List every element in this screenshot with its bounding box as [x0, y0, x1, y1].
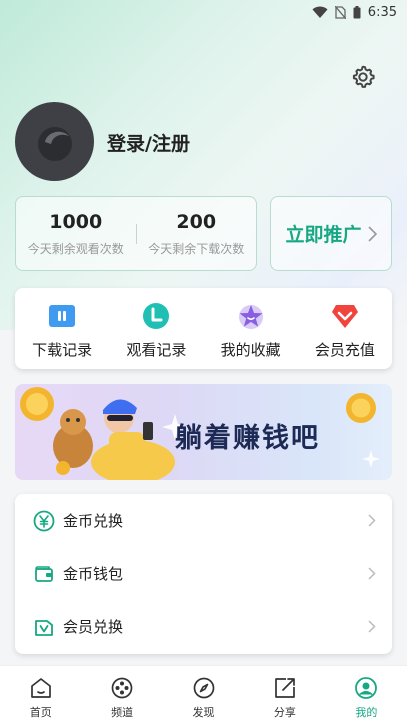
tab-share[interactable]: 分享 — [244, 666, 325, 725]
download-quota-value: 200 — [176, 211, 217, 233]
bottom-tab-bar: 首页 频道 发现 分享 我的 — [0, 665, 407, 725]
diamond-icon — [331, 305, 358, 328]
compass-icon — [193, 677, 214, 699]
watch-quota-label: 今天剩余观看次数 — [27, 242, 124, 256]
tab-discover-label: 发现 — [192, 706, 215, 719]
quota-card: 1000 今天剩余观看次数 200 今天剩余下载次数 — [15, 196, 257, 271]
quick-download-record-label: 下载记录 — [32, 341, 93, 359]
watch-quota: 1000 今天剩余观看次数 — [16, 210, 136, 257]
tab-mine[interactable]: 我的 — [326, 666, 407, 725]
menu-item-coin-wallet-label: 金币钱包 — [63, 565, 124, 583]
chevron-right-icon — [367, 225, 377, 242]
quick-vip-recharge[interactable]: 会员充值 — [298, 288, 392, 369]
battery-icon — [353, 5, 361, 18]
promo-banner[interactable]: 躺着赚钱吧 — [15, 384, 392, 480]
quick-watch-history[interactable]: 观看记录 — [109, 288, 203, 369]
download-quota: 200 今天剩余下载次数 — [137, 210, 257, 257]
login-register-link[interactable]: 登录/注册 — [107, 129, 190, 156]
tab-home[interactable]: 首页 — [0, 666, 81, 725]
chevron-right-icon — [368, 620, 376, 633]
avatar[interactable] — [15, 102, 94, 181]
watch-history-icon — [143, 303, 170, 329]
quick-actions: 下载记录 观看记录 我的收藏 会员充值 — [15, 288, 392, 369]
tab-mine-label: 我的 — [355, 706, 378, 719]
tab-discover[interactable]: 发现 — [163, 666, 244, 725]
quick-favorites-label: 我的收藏 — [220, 341, 281, 359]
wifi-icon — [312, 6, 328, 18]
menu-item-coin-wallet[interactable]: 金币钱包 — [15, 547, 392, 600]
settings-button[interactable] — [350, 64, 376, 90]
menu-item-vip-exchange-label: 会员兑换 — [63, 618, 124, 636]
chevron-right-icon — [368, 567, 376, 580]
menu-item-coin-exchange-label: 金币兑换 — [63, 512, 124, 530]
yen-coin-icon — [33, 510, 55, 531]
watch-quota-value: 1000 — [49, 211, 103, 233]
default-avatar-icon — [37, 126, 72, 161]
promote-button[interactable]: 立即推广 — [270, 196, 392, 271]
quick-watch-history-label: 观看记录 — [126, 341, 187, 359]
menu-list: 金币兑换 金币钱包 会员兑换 — [15, 494, 392, 654]
chevron-right-icon — [368, 514, 376, 527]
status-bar: 6:35 — [0, 0, 407, 24]
quick-favorites[interactable]: 我的收藏 — [204, 288, 298, 369]
share-icon — [275, 678, 295, 698]
film-reel-icon — [111, 677, 133, 699]
download-record-icon — [49, 305, 76, 327]
quick-vip-recharge-label: 会员充值 — [314, 341, 375, 359]
vip-icon — [35, 619, 53, 636]
download-quota-label: 今天剩余下载次数 — [148, 242, 245, 256]
promote-label: 立即推广 — [285, 224, 362, 246]
wallet-icon — [35, 565, 53, 582]
user-icon — [355, 677, 378, 699]
gear-icon — [352, 65, 375, 88]
menu-item-coin-exchange[interactable]: 金币兑换 — [15, 494, 392, 547]
tab-channel[interactable]: 频道 — [81, 666, 162, 725]
banner-title: 躺着赚钱吧 — [175, 423, 320, 454]
tab-share-label: 分享 — [273, 706, 296, 719]
home-icon — [30, 678, 51, 698]
quick-download-record[interactable]: 下载记录 — [15, 288, 109, 369]
tab-channel-label: 频道 — [111, 706, 134, 719]
status-time: 6:35 — [367, 4, 397, 20]
star-icon — [238, 305, 263, 329]
no-sim-icon — [334, 5, 346, 19]
tab-home-label: 首页 — [29, 706, 52, 719]
menu-item-vip-exchange[interactable]: 会员兑换 — [15, 600, 392, 653]
